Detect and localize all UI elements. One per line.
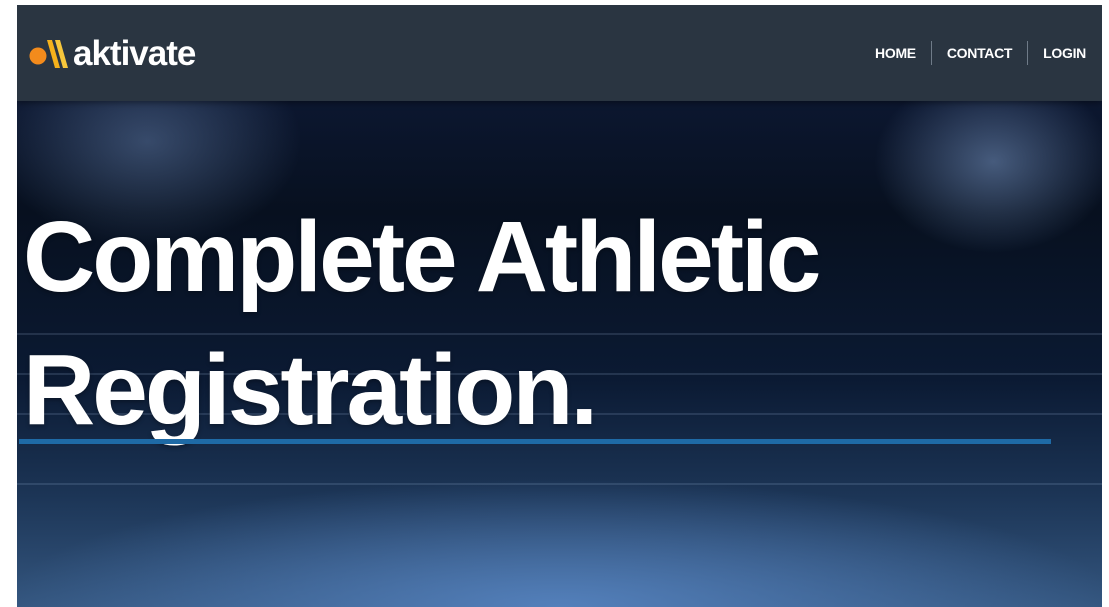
hero-title-line-1: Complete Athletic — [23, 201, 821, 313]
brand-name: aktivate — [73, 33, 196, 73]
main-nav: HOME CONTACT LOGIN — [860, 41, 1086, 65]
stadium-stand-line — [17, 483, 1102, 485]
hero-underline — [19, 439, 1051, 444]
aktivate-logo-icon — [29, 40, 68, 68]
brand-logo[interactable]: aktivate — [29, 33, 196, 73]
nav-home-link[interactable]: HOME — [860, 46, 931, 60]
hero-title: Complete Athletic Registration. — [23, 191, 821, 457]
nav-login-link[interactable]: LOGIN — [1028, 46, 1086, 60]
nav-contact-link[interactable]: CONTACT — [932, 46, 1027, 60]
page-frame: aktivate HOME CONTACT LOGIN Complete Ath… — [17, 5, 1102, 607]
hero-banner: Complete Athletic Registration. — [17, 101, 1102, 607]
hero-title-line-2: Registration. — [23, 334, 598, 446]
top-navbar: aktivate HOME CONTACT LOGIN — [17, 5, 1102, 101]
